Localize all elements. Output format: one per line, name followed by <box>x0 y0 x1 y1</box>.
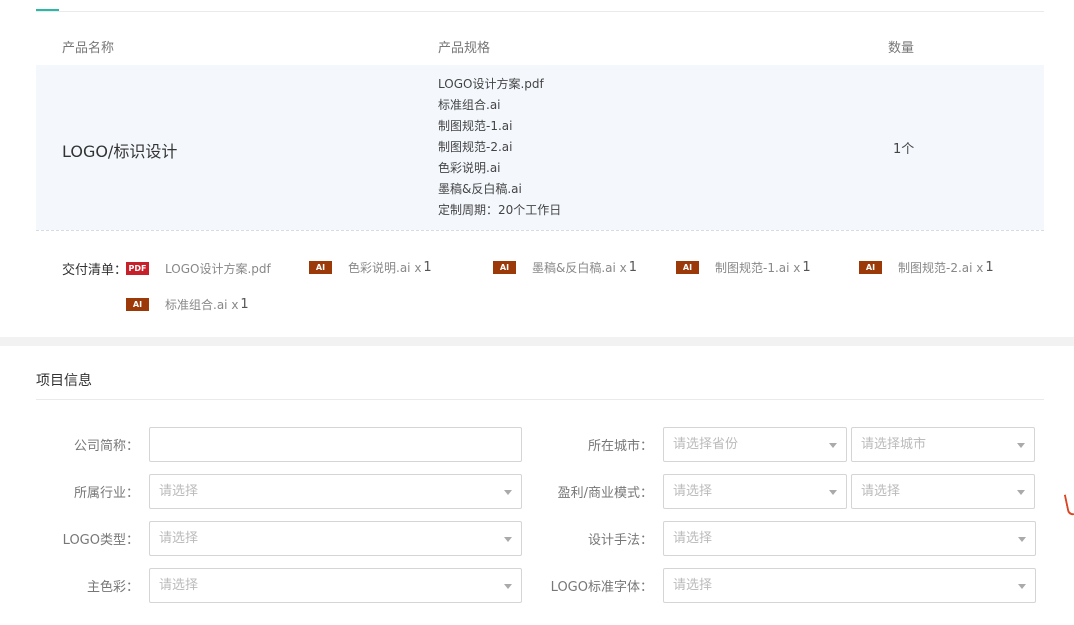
design-method-placeholder: 请选择 <box>673 531 713 546</box>
city-label: 所在城市： <box>587 439 653 454</box>
delivery-file-name: 墨稿&反白稿.ai x <box>532 261 627 275</box>
business-model-placeholder: 请选择 <box>673 484 713 499</box>
section-divider <box>36 399 1044 400</box>
section-title: 项目信息 <box>36 373 92 389</box>
ai-file-icon: AI <box>859 261 882 274</box>
logo-type-select[interactable]: 请选择 <box>149 521 522 556</box>
spec-item: 制图规范-2.ai <box>438 140 513 154</box>
chevron-down-icon <box>1018 537 1026 542</box>
chevron-down-icon <box>504 584 512 589</box>
province-select[interactable]: 请选择省份 <box>663 427 847 462</box>
business-model-select-1[interactable]: 请选择 <box>663 474 847 509</box>
logo-font-placeholder: 请选择 <box>673 578 713 593</box>
chevron-down-icon <box>504 490 512 495</box>
quantity-value: 1个 <box>893 142 915 157</box>
delivery-item[interactable]: AI 墨稿&反白稿.ai x 1 <box>493 259 637 276</box>
delivery-list-label: 交付清单： <box>62 263 128 278</box>
industry-select[interactable]: 请选择 <box>149 474 522 509</box>
pdf-file-icon: PDF <box>126 262 149 275</box>
logo-font-select[interactable]: 请选择 <box>663 568 1036 603</box>
business-model-placeholder: 请选择 <box>861 484 901 499</box>
cursor-icon <box>1063 493 1074 517</box>
chevron-down-icon <box>504 537 512 542</box>
product-name: LOGO/标识设计 <box>62 142 178 161</box>
spec-item: LOGO设计方案.pdf <box>438 77 544 91</box>
delivery-item[interactable]: PDF LOGO设计方案.pdf <box>126 260 271 277</box>
delivery-item[interactable]: AI 色彩说明.ai x 1 <box>309 259 432 276</box>
logo-type-label: LOGO类型： <box>62 533 139 548</box>
main-color-select[interactable]: 请选择 <box>149 568 522 603</box>
spec-item: 墨稿&反白稿.ai <box>438 182 522 196</box>
delivery-file-name: LOGO设计方案.pdf <box>165 262 271 276</box>
business-model-label: 盈利/商业模式： <box>557 486 653 501</box>
chevron-down-icon <box>829 443 837 448</box>
city-placeholder: 请选择城市 <box>861 437 927 452</box>
delivery-item[interactable]: AI 制图规范-2.ai x 1 <box>859 259 994 276</box>
chevron-down-icon <box>829 490 837 495</box>
delivery-file-count: 1 <box>985 260 994 275</box>
ai-file-icon: AI <box>676 261 699 274</box>
delivery-file-name: 标准组合.ai x <box>165 298 239 312</box>
header-product-spec: 产品规格 <box>438 41 491 56</box>
industry-label: 所属行业： <box>73 486 139 501</box>
logo-font-label: LOGO标准字体： <box>550 580 653 595</box>
logo-type-placeholder: 请选择 <box>159 531 199 546</box>
active-tab-indicator <box>36 9 59 11</box>
chevron-down-icon <box>1017 490 1025 495</box>
row-divider <box>36 230 1044 231</box>
page: 产品名称 产品规格 数量 LOGO/标识设计 LOGO设计方案.pdf 标准组合… <box>0 0 1074 625</box>
spec-item: 制图规范-1.ai <box>438 119 513 133</box>
city-select[interactable]: 请选择城市 <box>851 427 1035 462</box>
ai-file-icon: AI <box>309 261 332 274</box>
delivery-file-name: 色彩说明.ai x <box>348 261 422 275</box>
main-color-label: 主色彩： <box>86 580 139 595</box>
tab-divider <box>36 11 1044 12</box>
section-separator <box>0 337 1074 346</box>
province-placeholder: 请选择省份 <box>673 437 739 452</box>
company-input[interactable] <box>149 427 522 462</box>
ai-file-icon: AI <box>126 298 149 311</box>
delivery-file-name: 制图规范-2.ai x <box>898 261 984 275</box>
company-label: 公司简称： <box>73 439 139 454</box>
design-method-select[interactable]: 请选择 <box>663 521 1036 556</box>
ai-file-icon: AI <box>493 261 516 274</box>
spec-item: 定制周期：20个工作日 <box>438 203 562 217</box>
delivery-file-count: 1 <box>802 260 811 275</box>
header-product-name: 产品名称 <box>62 41 115 56</box>
delivery-file-count: 1 <box>628 260 638 275</box>
main-color-placeholder: 请选择 <box>159 578 199 593</box>
delivery-file-name: 制图规范-1.ai x <box>715 261 801 275</box>
delivery-item[interactable]: AI 制图规范-1.ai x 1 <box>676 259 811 276</box>
chevron-down-icon <box>1017 443 1025 448</box>
delivery-item[interactable]: AI 标准组合.ai x 1 <box>126 296 249 313</box>
design-method-label: 设计手法： <box>587 533 653 548</box>
chevron-down-icon <box>1018 584 1026 589</box>
industry-placeholder: 请选择 <box>159 484 199 499</box>
delivery-file-count: 1 <box>423 260 432 275</box>
spec-item: 标准组合.ai <box>438 98 501 112</box>
spec-item: 色彩说明.ai <box>438 161 501 175</box>
header-quantity: 数量 <box>888 41 915 56</box>
delivery-file-count: 1 <box>240 297 249 312</box>
product-spec-list: LOGO设计方案.pdf 标准组合.ai 制图规范-1.ai 制图规范-2.ai… <box>438 74 561 221</box>
business-model-select-2[interactable]: 请选择 <box>851 474 1035 509</box>
